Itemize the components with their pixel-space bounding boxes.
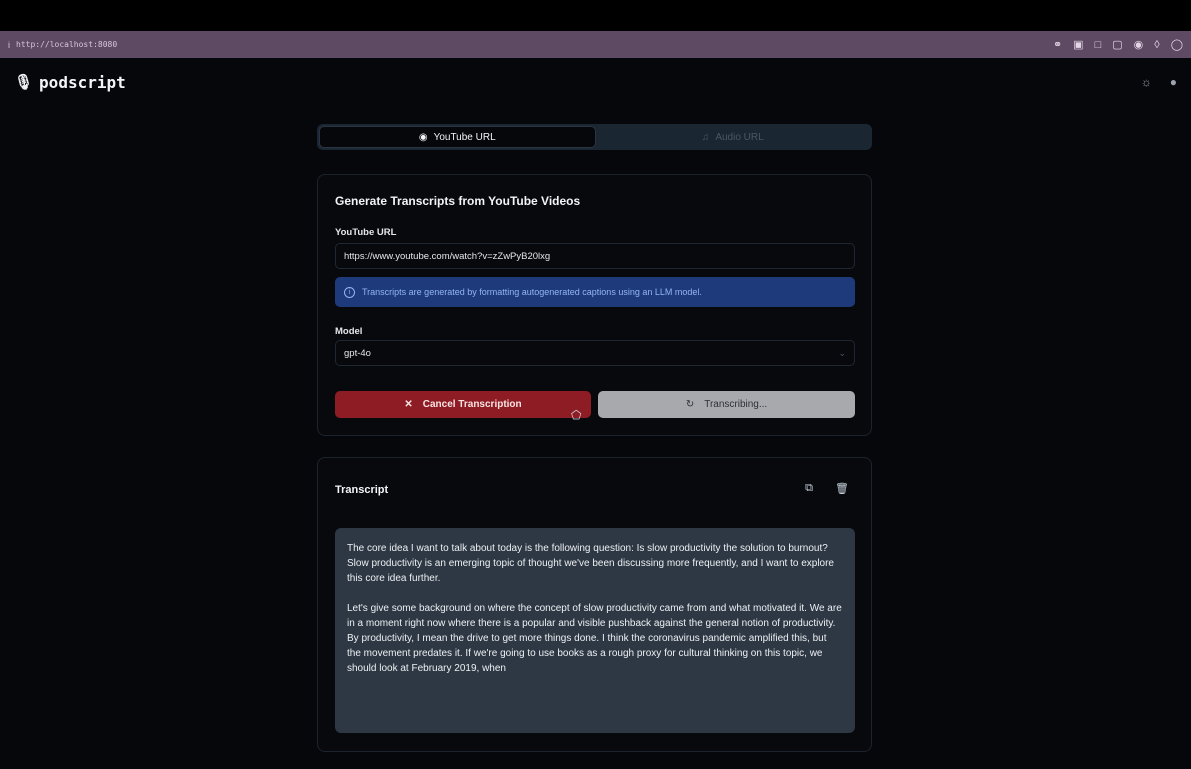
source-tabs: ◉ YouTube URL ♫ Audio URL <box>317 124 872 150</box>
transcript-title: Transcript <box>335 484 389 496</box>
screenshot-icon[interactable]: ▣ <box>1073 38 1083 51</box>
spinner-icon: ↻ <box>685 399 695 410</box>
camera-icon[interactable]: □ <box>1095 39 1102 51</box>
info-text: Transcripts are generated by formatting … <box>362 287 702 297</box>
audio-icon: ♫ <box>701 131 710 143</box>
browser-url[interactable]: http://localhost:8080 <box>16 40 117 49</box>
model-select[interactable]: gpt-4o ⌄ <box>335 340 855 366</box>
window-icon[interactable]: ▢ <box>1112 38 1122 51</box>
browser-toolbar-icons: ⚭ ▣ □ ▢ ◉ ◊ ◯ <box>1053 38 1183 52</box>
tab-label: YouTube URL <box>433 131 496 143</box>
tab-youtube-url[interactable]: ◉ YouTube URL <box>319 126 596 148</box>
chat-icon[interactable]: ◯ <box>1171 38 1183 51</box>
header-actions: ☼ ● <box>1141 75 1177 89</box>
info-banner: i Transcripts are generated by formattin… <box>335 277 855 307</box>
transcript-paragraph: Let's give some background on where the … <box>347 603 842 674</box>
trash-icon[interactable]: 🗑︎ <box>835 482 849 495</box>
tab-label: Audio URL <box>715 131 764 143</box>
settings-icon[interactable]: ◊ <box>1154 39 1159 51</box>
tab-audio-url[interactable]: ♫ Audio URL <box>596 126 871 148</box>
transcript-card: Transcript ⧉ 🗑︎ The core idea I want to … <box>317 457 872 752</box>
app-name: podscript <box>39 72 126 92</box>
microphone-icon: 🎙︎ <box>14 73 34 91</box>
video-icon: ◉ <box>418 131 428 143</box>
close-icon: ✕ <box>404 399 413 410</box>
github-icon[interactable]: ● <box>1170 75 1177 89</box>
sun-icon[interactable]: ☼ <box>1141 75 1152 89</box>
transcript-actions: ⧉ 🗑︎ <box>805 482 849 495</box>
info-icon[interactable]: i <box>8 40 10 50</box>
screen-top-bar <box>0 0 1191 31</box>
copy-icon[interactable]: ⧉ <box>805 482 813 495</box>
chevron-down-icon: ⌄ <box>838 347 846 358</box>
model-value: gpt-4o <box>344 347 371 359</box>
browser-address-bar: i http://localhost:8080 ⚭ ▣ □ ▢ ◉ ◊ ◯ <box>0 31 1191 58</box>
transcribing-button[interactable]: ↻ Transcribing... <box>598 391 855 418</box>
youtube-url-label: YouTube URL <box>335 227 397 238</box>
card-title: Generate Transcripts from YouTube Videos <box>335 194 581 208</box>
youtube-url-value: https://www.youtube.com/watch?v=zZwPyB20… <box>344 250 551 262</box>
link-icon[interactable]: ⚭ <box>1053 38 1062 51</box>
app-brand[interactable]: 🎙︎ podscript <box>14 73 126 92</box>
youtube-url-input[interactable]: https://www.youtube.com/watch?v=zZwPyB20… <box>335 243 855 269</box>
extension-icon[interactable]: ◉ <box>1134 38 1144 51</box>
cancel-transcription-button[interactable]: ✕ Cancel Transcription <box>335 391 591 418</box>
info-circle-icon: i <box>344 286 355 298</box>
transcribing-label: Transcribing... <box>704 399 768 410</box>
model-label: Model <box>335 326 363 337</box>
transcript-paragraph: The core idea I want to talk about today… <box>347 543 834 584</box>
mouse-cursor-icon: ⬠ <box>571 408 582 422</box>
app-header: 🎙︎ podscript ☼ ● <box>0 58 1191 110</box>
cancel-label: Cancel Transcription <box>422 399 522 410</box>
generate-card: Generate Transcripts from YouTube Videos… <box>317 174 872 436</box>
transcript-text-box[interactable]: The core idea I want to talk about today… <box>335 528 855 733</box>
